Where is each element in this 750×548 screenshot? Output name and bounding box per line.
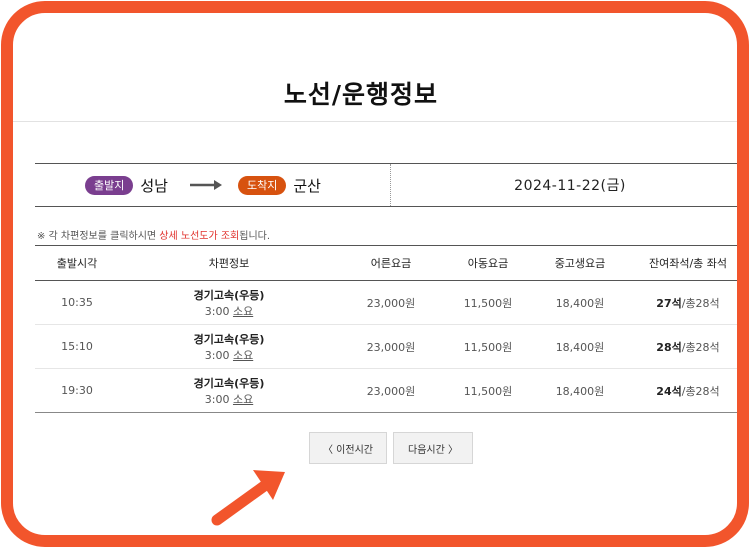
bus-duration: 3:00 소요 [204, 392, 254, 406]
child-fare: 11,500원 [443, 280, 533, 325]
bus-info[interactable]: 경기고속(우등) 3:00 소요 [119, 368, 339, 413]
seat-availability: 27석/총28석 [627, 280, 737, 325]
departure-time: 15:10 [35, 324, 119, 369]
table-header-row: 출발시각 차편정보 어른요금 아동요금 중고생요금 잔여좌석/총 좌석 [35, 245, 737, 281]
next-time-button[interactable]: 다음시간 〉 [393, 432, 473, 464]
child-fare: 11,500원 [443, 324, 533, 369]
route-endpoints: 출발지 성남 도착지 군산 [35, 164, 391, 206]
table-row[interactable]: 19:30 경기고속(우등) 3:00 소요 23,000원 11,500원 1… [35, 368, 737, 413]
notice-text: ※ 각 차편정보를 클릭하시면 상세 노선도가 조회됩니다. [37, 227, 270, 242]
adult-fare: 23,000원 [339, 368, 443, 413]
travel-date: 2024-11-22(금) [514, 178, 626, 194]
notice-highlight: 상세 노선도가 조회 [159, 231, 240, 242]
pointer-arrow-icon [211, 470, 285, 526]
seat-availability: 28석/총28석 [627, 324, 737, 369]
page-title: 노선/운행정보 [283, 80, 439, 109]
depart-badge: 출발지 [85, 175, 134, 195]
arrive-city: 군산 [293, 176, 321, 195]
header-child-fare: 아동요금 [443, 245, 533, 281]
table-row[interactable]: 15:10 경기고속(우등) 3:00 소요 23,000원 11,500원 1… [35, 324, 737, 369]
youth-fare: 18,400원 [533, 324, 627, 369]
adult-fare: 23,000원 [339, 324, 443, 369]
bus-info[interactable]: 경기고속(우등) 3:00 소요 [119, 324, 339, 369]
notice-prefix: ※ 각 차편정보를 클릭하시면 [37, 231, 160, 242]
depart-city: 성남 [140, 176, 168, 195]
header-adult-fare: 어른요금 [339, 245, 443, 281]
bus-company: 경기고속(우등) [193, 376, 265, 390]
adult-fare: 23,000원 [339, 280, 443, 325]
highlight-frame: 노선/운행정보 출발지 성남 도착지 군산 2024-11-22(금) ※ 각 … [1, 1, 749, 547]
child-fare: 11,500원 [443, 368, 533, 413]
arrive-badge: 도착지 [237, 175, 287, 195]
bus-duration: 3:00 소요 [204, 348, 254, 362]
route-bar: 출발지 성남 도착지 군산 2024-11-22(금) [35, 163, 737, 207]
header-youth-fare: 중고생요금 [533, 245, 627, 281]
header-seats: 잔여좌석/총 좌석 [627, 245, 737, 281]
youth-fare: 18,400원 [533, 280, 627, 325]
previous-time-button[interactable]: 〈 이전시간 [309, 432, 387, 464]
title-divider [13, 121, 737, 122]
bus-duration: 3:00 소요 [204, 304, 254, 318]
departure-time: 10:35 [35, 280, 119, 325]
right-arrow-icon [189, 180, 222, 190]
bus-company: 경기고속(우등) [193, 332, 265, 346]
notice-suffix: 됩니다. [239, 231, 271, 242]
departure-time: 19:30 [35, 368, 119, 413]
bus-info[interactable]: 경기고속(우등) 3:00 소요 [119, 280, 339, 325]
table-row[interactable]: 10:35 경기고속(우등) 3:00 소요 23,000원 11,500원 1… [35, 280, 737, 325]
youth-fare: 18,400원 [533, 368, 627, 413]
time-pager: 〈 이전시간 다음시간 〉 [309, 432, 473, 464]
header-departure-time: 출발시각 [35, 245, 119, 281]
schedule-table: 출발시각 차편정보 어른요금 아동요금 중고생요금 잔여좌석/총 좌석 10:3… [35, 245, 737, 413]
bus-company: 경기고속(우등) [193, 288, 265, 302]
seat-availability: 24석/총28석 [627, 368, 737, 413]
header-bus-info: 차편정보 [119, 245, 339, 281]
